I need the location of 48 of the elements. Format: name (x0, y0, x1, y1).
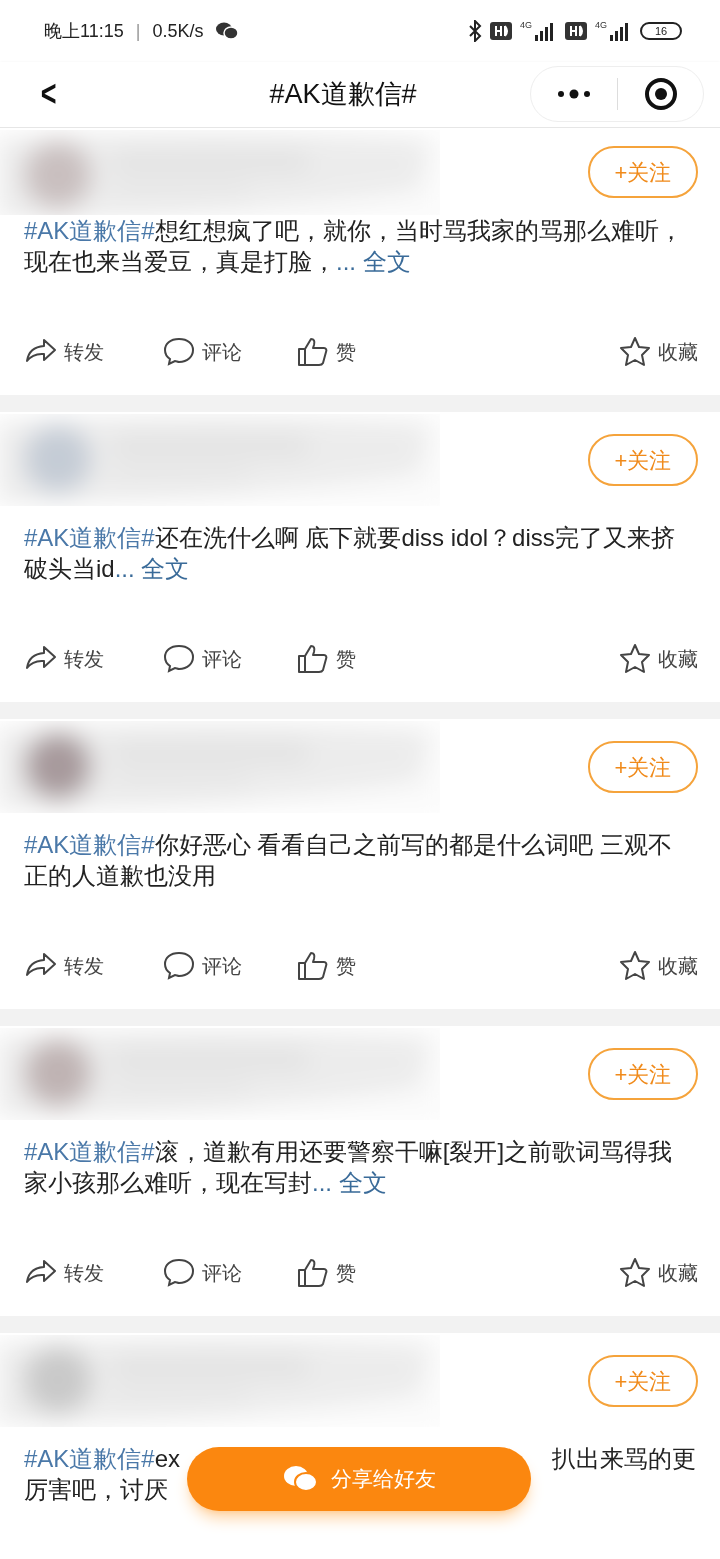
action-button[interactable]: 赞 (296, 949, 396, 983)
action-button[interactable]: 收藏 (618, 1256, 698, 1290)
page-title: #AK道歉信# (269, 78, 417, 112)
back-button[interactable]: < (40, 72, 57, 116)
action-button[interactable]: 转发 (24, 1256, 162, 1290)
bluetooth-icon (467, 20, 482, 42)
action-button[interactable]: 赞 (296, 642, 396, 676)
target-icon (643, 77, 678, 111)
star-icon (618, 642, 652, 676)
star-icon (618, 335, 652, 369)
network-speed: 0.5K/s (152, 19, 204, 43)
post-text: 扒出来骂的更 (552, 1444, 696, 1474)
action-button[interactable]: 评论 (162, 949, 296, 983)
action-button[interactable]: 转发 (24, 642, 162, 676)
network-type: 4G (595, 21, 607, 30)
status-time: 晚上11:15 (44, 19, 124, 43)
thumbs-up-icon (296, 335, 330, 369)
post-text: 厉害吧，讨厌 (24, 1475, 168, 1505)
star-icon (618, 949, 652, 983)
action-button[interactable]: 赞 (296, 335, 396, 369)
post-text: #AK道歉信#还在洗什么啊 底下就要diss idol？diss完了又来挤破头当id... 全文 (24, 523, 676, 584)
post-text: #AK道歉信#你好恶心 看看自己之前写的都是什么词吧 三观不正的人道歉也没用 (24, 830, 674, 891)
thumbs-up-icon (296, 949, 330, 983)
star-icon (618, 1256, 652, 1290)
action-button[interactable]: 收藏 (618, 949, 698, 983)
hd-icon (489, 22, 512, 40)
thumbs-up-icon (296, 642, 330, 676)
thumbs-up-icon (296, 1256, 330, 1290)
separator: | (135, 19, 141, 43)
battery-icon: 16 (640, 22, 682, 40)
full-text-link[interactable]: ... 全文 (312, 1169, 387, 1196)
action-button[interactable]: 转发 (24, 949, 162, 983)
chat-bubbles-icon (215, 21, 240, 41)
full-text-link[interactable]: ... 全文 (114, 555, 190, 582)
post-text: #AK道歉信#想红想疯了吧，就你，当时骂我家的骂那么难听，现在也来当爱豆，真是打脸，... 全文 (24, 216, 684, 277)
action-button[interactable]: 评论 (162, 642, 296, 676)
post-text: #AK道歉信#滚，道歉有用还要警察干嘛[裂开]之前歌词骂得我家小孩那么难听，现在写封... 全文 (24, 1137, 674, 1198)
network-type: 4G (519, 21, 532, 30)
action-button[interactable]: 收藏 (618, 335, 698, 369)
action-button[interactable]: 评论 (162, 335, 296, 369)
more-icon (557, 89, 591, 99)
action-button[interactable]: 评论 (162, 1256, 296, 1290)
action-button[interactable]: 赞 (296, 1256, 396, 1290)
full-text-link[interactable]: ... 全文 (336, 248, 411, 275)
hd-icon (565, 22, 587, 40)
action-button[interactable]: 转发 (24, 335, 162, 369)
action-button[interactable]: 收藏 (618, 642, 698, 676)
post-text: #AK道歉信#ex (24, 1444, 181, 1474)
